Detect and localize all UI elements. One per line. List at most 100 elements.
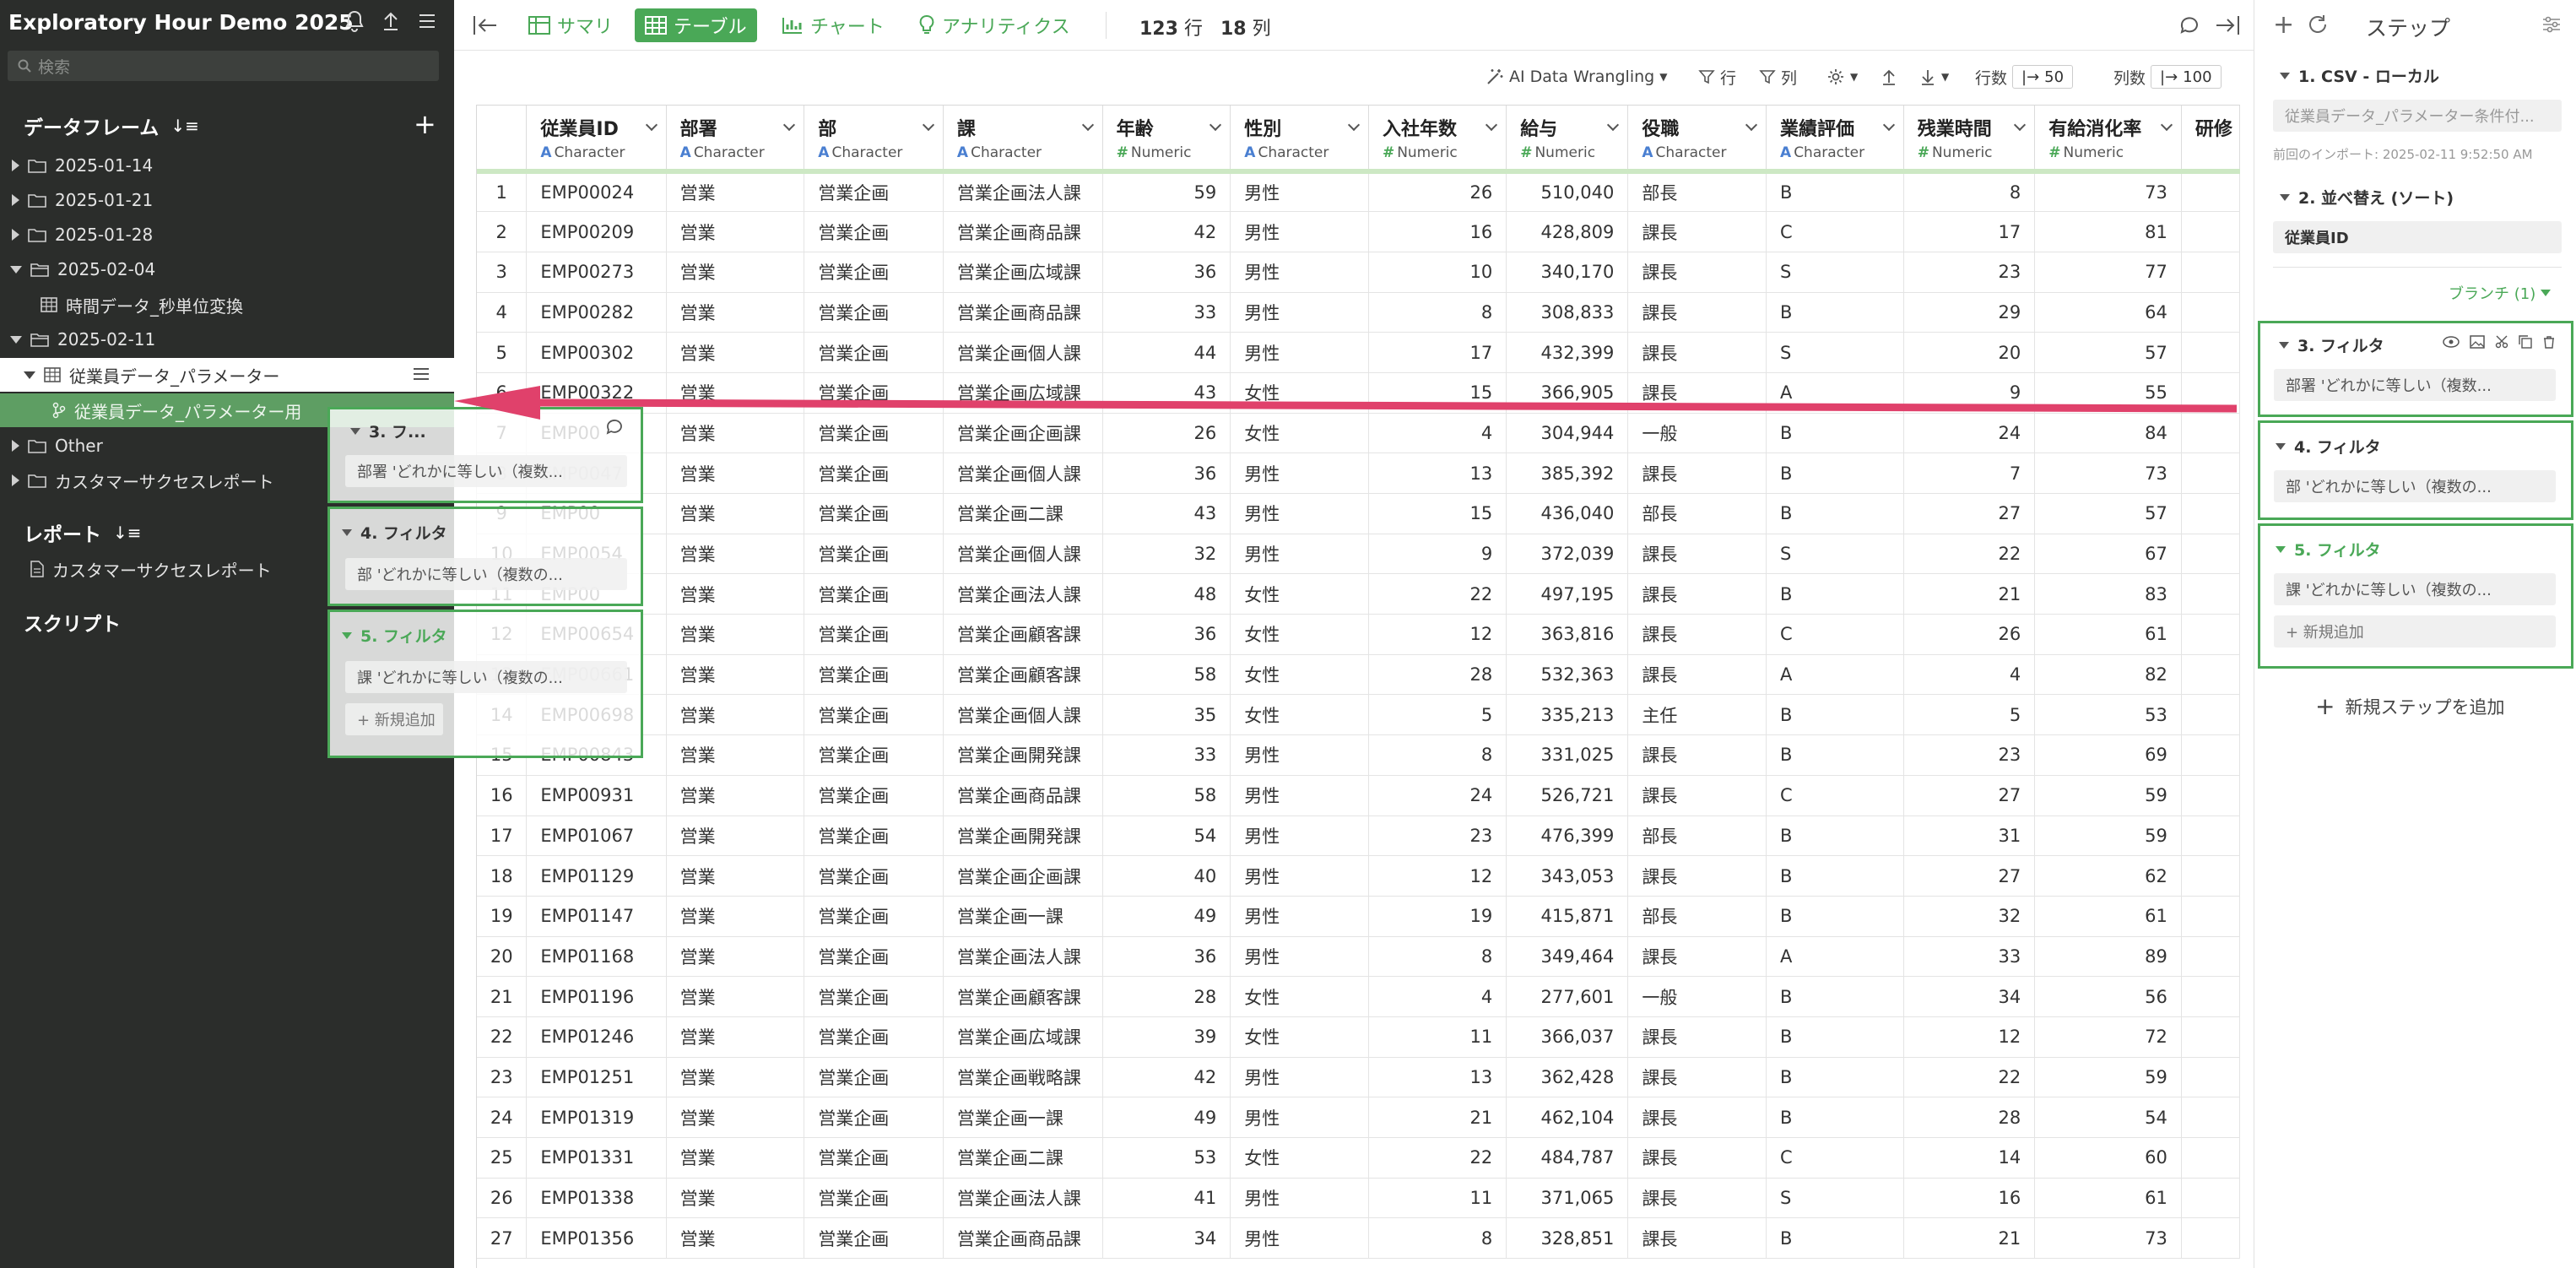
table-row[interactable]: 22 EMP01246 営業 営業企画 営業企画広域課 39 女性 11 366,037 課長 B 1… bbox=[477, 1016, 2240, 1058]
column-filter-button[interactable]: 列 bbox=[1759, 64, 1797, 89]
step-3-card[interactable]: 3. フィルタ 部署 'どれかに等しい（複数... bbox=[2258, 321, 2573, 417]
table-row[interactable]: 2 EMP00209 営業 営業企画 営業企画商品課 42 男性 16 428,809 課長 C 17… bbox=[477, 211, 2240, 252]
column-header[interactable]: 部署 A Character bbox=[666, 106, 805, 174]
table-row[interactable]: 16 EMP00931 営業 営業企画 営業企画商品課 58 男性 24 526,721 課長 C 2… bbox=[477, 775, 2240, 816]
column-header[interactable]: 入社年数 # Numeric bbox=[1368, 106, 1507, 174]
hamburger-icon[interactable] bbox=[412, 365, 430, 383]
folder-customer-success[interactable]: カスタマーサクセスレポート bbox=[12, 463, 274, 497]
add-step-button[interactable]: + 新規ステップを追加 bbox=[2315, 692, 2504, 720]
table-cell: 営業 bbox=[666, 775, 805, 816]
tab-analytics[interactable]: アナリティクス bbox=[908, 8, 1080, 42]
table-row[interactable]: 20 EMP01168 営業 営業企画 営業企画法人課 36 男性 8 349,464 課長 A 33… bbox=[477, 936, 2240, 978]
ai-data-wrangling-button[interactable]: AI Data Wrangling ▼ bbox=[1486, 64, 1667, 89]
row-filter-button[interactable]: 行 bbox=[1698, 64, 1736, 89]
step-4-card[interactable]: 4. フィルタ 部 'どれかに等しい（複数の... bbox=[2258, 420, 2573, 520]
row-number: 26 bbox=[477, 1178, 528, 1219]
settings-button[interactable]: ▼ bbox=[1826, 64, 1858, 89]
table-row[interactable]: 23 EMP01251 営業 営業企画 営業企画戦略課 42 男性 13 362,428 課長 B 2… bbox=[477, 1057, 2240, 1098]
step-2-value[interactable]: 従業員ID bbox=[2273, 221, 2562, 253]
table-row[interactable]: 18 EMP01129 営業 営業企画 営業企画企画課 40 男性 12 343,053 課長 B 2… bbox=[477, 855, 2240, 897]
column-header[interactable]: 課 A Character bbox=[943, 106, 1103, 174]
folder-2025-01-21[interactable]: 2025-01-21 bbox=[12, 183, 153, 217]
eye-icon[interactable] bbox=[2443, 335, 2460, 349]
tab-summary[interactable]: サマリ bbox=[518, 8, 623, 42]
collapse-left-icon[interactable] bbox=[473, 14, 498, 36]
dataframe-item-time[interactable]: 時間データ_秒単位変換 bbox=[41, 288, 243, 322]
folder-2025-02-04[interactable]: 2025-02-04 bbox=[10, 252, 155, 286]
add-dataframe-icon[interactable]: + bbox=[414, 108, 436, 140]
table-cell: 営業企画戦略課 bbox=[943, 1057, 1103, 1098]
image-icon[interactable] bbox=[2470, 335, 2485, 349]
column-header[interactable]: 有給消化率 # Numeric bbox=[2034, 106, 2182, 174]
add-new-button[interactable]: + 新規追加 bbox=[2274, 615, 2556, 648]
col-count-input[interactable]: |→ 100 bbox=[2151, 65, 2222, 89]
table-row[interactable]: 8EMP0047営業営業企画営業企画個人課36男性13385,392課長B773 bbox=[477, 452, 2240, 494]
column-header[interactable]: 年齢 # Numeric bbox=[1102, 106, 1231, 174]
column-header[interactable]: 役職 A Character bbox=[1627, 106, 1767, 174]
table-row[interactable]: 5 EMP00302 営業 営業企画 営業企画個人課 44 男性 17 432,399 課長 S 20… bbox=[477, 332, 2240, 373]
table-row[interactable]: 21 EMP01196 営業 営業企画 営業企画顧客課 28 女性 4 277,601 一般 B 34… bbox=[477, 976, 2240, 1017]
column-header[interactable]: 性別 A Character bbox=[1230, 106, 1369, 174]
download-button[interactable]: ▼ bbox=[1919, 64, 1949, 89]
table-row[interactable]: 25 EMP01331 営業 営業企画 営業企画二課 53 女性 22 484,787 課長 C 14… bbox=[477, 1137, 2240, 1179]
tab-chart[interactable]: チャート bbox=[771, 8, 895, 42]
table-row[interactable]: 13EMP00661営業営業企画営業企画顧客課58女性28532,363課長A4… bbox=[477, 654, 2240, 696]
copy-icon[interactable] bbox=[2519, 335, 2532, 349]
step-5-value[interactable]: 課 'どれかに等しい（複数の... bbox=[2274, 573, 2556, 605]
table-row[interactable]: 12EMP00654営業営業企画営業企画顧客課36女性12363,816課長C2… bbox=[477, 614, 2240, 655]
column-header[interactable]: 残業時間 # Numeric bbox=[1903, 106, 2036, 174]
sort-icon[interactable]: ↓≡ bbox=[170, 116, 199, 136]
table-row[interactable]: 27 EMP01356 営業 営業企画 営業企画商品課 34 男性 8 328,851 課長 B 21… bbox=[477, 1217, 2240, 1260]
table-row[interactable]: 10EMP0054営業営業企画営業企画個人課32男性9372,039課長S226… bbox=[477, 534, 2240, 575]
table-row[interactable]: 3 EMP00273 営業 営業企画 営業企画広域課 36 男性 10 340,170 課長 S 23… bbox=[477, 252, 2240, 293]
scissors-icon[interactable] bbox=[2495, 335, 2508, 349]
table-row[interactable]: 11EMP00営業営業企画営業企画法人課48女性22497,195課長B2183 bbox=[477, 573, 2240, 615]
column-header[interactable]: 従業員ID A Character bbox=[526, 106, 667, 174]
bell-icon[interactable] bbox=[344, 10, 365, 32]
step-5-card[interactable]: 5. フィルタ 課 'どれかに等しい（複数の... + 新規追加 bbox=[2258, 523, 2573, 669]
table-cell: 営業企画 bbox=[804, 452, 944, 494]
table-row[interactable]: 1 EMP00024 営業 営業企画 営業企画法人課 59 男性 26 510,040 部長 B 8 7… bbox=[477, 171, 2240, 213]
export-icon[interactable] bbox=[1881, 64, 1897, 89]
table-row[interactable]: 15EMP00843営業営業企画営業企画開発課33男性8331,025課長B23… bbox=[477, 734, 2240, 776]
row-number: 25 bbox=[477, 1137, 528, 1179]
plus-icon[interactable]: + bbox=[2273, 10, 2294, 40]
folder-2025-01-28[interactable]: 2025-01-28 bbox=[12, 218, 153, 252]
table-row[interactable]: 14EMP00698営業営業企画営業企画個人課35女性5335,213主任B55… bbox=[477, 694, 2240, 736]
comment-icon[interactable] bbox=[2179, 15, 2200, 35]
step-4-value[interactable]: 部 'どれかに等しい（複数の... bbox=[2274, 470, 2556, 502]
table-row[interactable]: 4 EMP00282 営業 営業企画 営業企画商品課 33 男性 8 308,833 課長 B 29 6… bbox=[477, 292, 2240, 333]
table-row[interactable]: 24 EMP01319 営業 営業企画 営業企画一課 49 男性 21 462,104 課長 B 28… bbox=[477, 1097, 2240, 1138]
sliders-icon[interactable] bbox=[2541, 15, 2562, 34]
folder-other[interactable]: Other bbox=[12, 429, 103, 463]
upload-icon[interactable] bbox=[382, 10, 400, 32]
step-3-value[interactable]: 部署 'どれかに等しい（複数... bbox=[2274, 369, 2556, 401]
column-header[interactable]: 給与 # Numeric bbox=[1506, 106, 1629, 174]
row-count-input[interactable]: |→ 50 bbox=[2012, 65, 2074, 89]
folder-2025-01-14[interactable]: 2025-01-14 bbox=[12, 149, 153, 182]
table-row[interactable]: 17 EMP01067 営業 営業企画 営業企画開発課 54 男性 23 476,399 部長 B 3… bbox=[477, 816, 2240, 857]
menu-icon[interactable] bbox=[417, 10, 437, 32]
dataframe-item-employee-param[interactable]: 従業員データ_パラメーター bbox=[0, 358, 454, 392]
step-1-header[interactable]: 1. CSV - ローカル bbox=[2280, 64, 2439, 87]
tab-table[interactable]: テーブル bbox=[635, 8, 757, 42]
branch-dropdown[interactable]: ブランチ (1) bbox=[2449, 282, 2552, 304]
step-1-value[interactable]: 従業員データ_パラメーター条件付... bbox=[2273, 100, 2562, 132]
table-row[interactable]: 6 EMP00322 営業 営業企画 営業企画広域課 43 女性 15 366,905 課長 A 9 5… bbox=[477, 372, 2240, 414]
table-row[interactable]: 26 EMP01338 営業 営業企画 営業企画法人課 41 男性 11 371,065 課長 S 1… bbox=[477, 1178, 2240, 1219]
column-header[interactable]: 研修 bbox=[2181, 106, 2240, 174]
folder-2025-02-11[interactable]: 2025-02-11 bbox=[10, 322, 155, 356]
folder-label: 2025-01-28 bbox=[55, 225, 154, 245]
sort-icon[interactable]: ↓≡ bbox=[113, 523, 142, 543]
table-row[interactable]: 7EMP00営業営業企画営業企画企画課26女性4304,944一般B2484 bbox=[477, 413, 2240, 454]
report-item[interactable]: カスタマーサクセスレポート bbox=[30, 552, 272, 586]
search-input[interactable]: 検索 bbox=[8, 51, 439, 81]
trash-icon[interactable] bbox=[2542, 335, 2556, 349]
table-row[interactable]: 9EMP00営業営業企画営業企画二課43男性15436,040部長B2757 bbox=[477, 493, 2240, 534]
refresh-icon[interactable] bbox=[2307, 14, 2329, 35]
step-2-header[interactable]: 2. 並べ替え (ソート) bbox=[2280, 186, 2454, 209]
collapse-right-icon[interactable] bbox=[2215, 14, 2240, 36]
column-header[interactable]: 業績評価 A Character bbox=[1766, 106, 1904, 174]
column-header[interactable]: 部 A Character bbox=[804, 106, 944, 174]
table-row[interactable]: 19 EMP01147 営業 営業企画 営業企画一課 49 男性 19 415,871 部長 B 32… bbox=[477, 896, 2240, 937]
